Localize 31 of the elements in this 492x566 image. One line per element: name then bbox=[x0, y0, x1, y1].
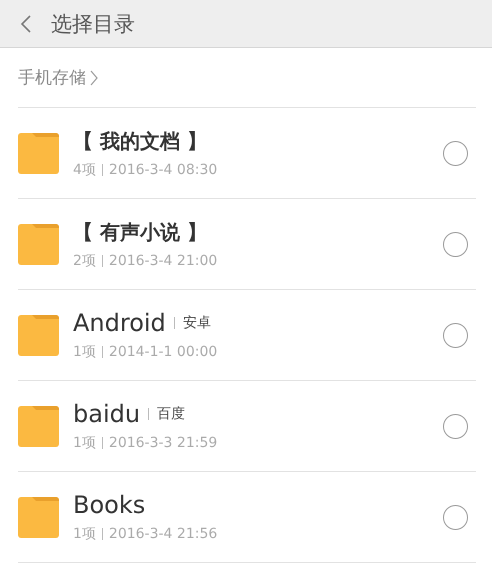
item-count: 1项 bbox=[73, 434, 96, 452]
back-icon[interactable] bbox=[20, 14, 31, 32]
modified-date: 2016-3-4 21:00 bbox=[108, 252, 218, 268]
modified-date: 2014-1-1 00:00 bbox=[108, 344, 218, 360]
chevron-right-icon bbox=[90, 70, 98, 86]
folder-name: 【 我的文档 】 bbox=[73, 128, 207, 154]
page-title: 选择目录 bbox=[51, 10, 135, 38]
item-count: 1项 bbox=[73, 525, 96, 543]
radio-button[interactable] bbox=[443, 232, 468, 256]
item-count: 1项 bbox=[73, 343, 96, 361]
breadcrumb-link[interactable]: 手机存储 bbox=[18, 66, 86, 89]
folder-tag: 安卓 bbox=[182, 314, 211, 332]
item-count: 4项 bbox=[73, 160, 96, 178]
folder-icon bbox=[18, 224, 59, 264]
folder-icon bbox=[18, 314, 59, 356]
folder-tag: 百度 bbox=[157, 405, 186, 423]
item-count: 2项 bbox=[73, 252, 96, 270]
folder-icon bbox=[18, 132, 59, 174]
radio-button[interactable] bbox=[443, 322, 468, 348]
folder-name: Android bbox=[73, 309, 166, 337]
modified-date: 2016-3-3 21:59 bbox=[108, 435, 218, 451]
folder-icon bbox=[18, 496, 59, 538]
folder-name: 【 有声小说 】 bbox=[73, 218, 207, 246]
radio-button[interactable] bbox=[443, 140, 468, 166]
radio-button[interactable] bbox=[443, 504, 468, 530]
modified-date: 2016-3-4 21:56 bbox=[108, 526, 218, 542]
folder-icon bbox=[18, 406, 59, 446]
folder-name: Books bbox=[73, 491, 146, 519]
folder-name: baidu bbox=[73, 400, 140, 428]
radio-button[interactable] bbox=[443, 414, 468, 438]
modified-date: 2016-3-4 08:30 bbox=[108, 162, 218, 178]
